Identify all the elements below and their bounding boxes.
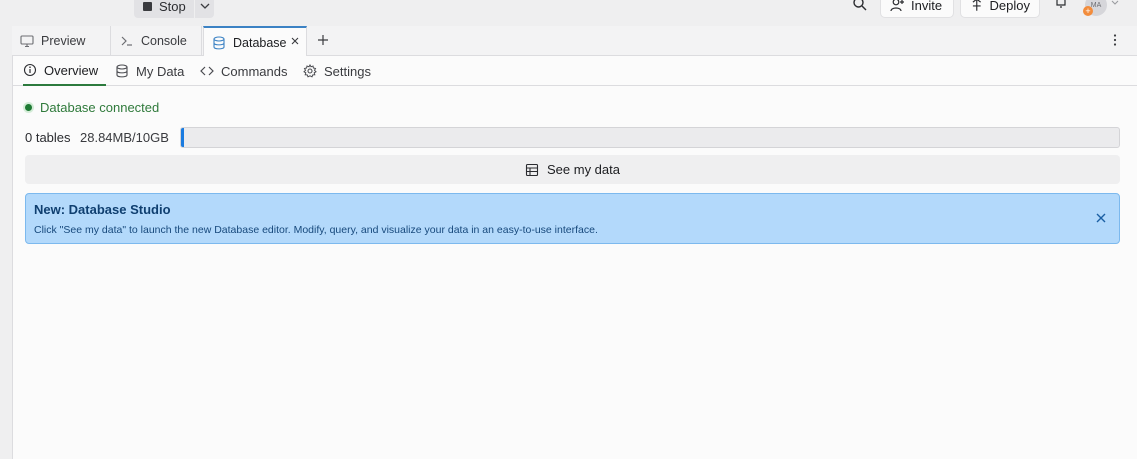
stop-icon	[143, 1, 152, 11]
subtab-overview[interactable]: Overview	[23, 56, 106, 86]
subtab-my-data[interactable]: My Data	[115, 56, 184, 86]
tables-count: 0 tables	[25, 130, 71, 145]
database-studio-banner: New: Database Studio Click "See my data"…	[25, 193, 1120, 244]
avatar-badge: +	[1083, 6, 1093, 16]
connection-status: Database connected	[25, 100, 159, 115]
tab-label: Database	[233, 35, 287, 50]
add-tab-button[interactable]	[315, 32, 331, 48]
info-icon	[23, 63, 37, 77]
add-user-icon	[890, 0, 904, 12]
deploy-icon	[972, 0, 981, 11]
run-options-dropdown[interactable]	[195, 0, 214, 18]
top-header-bar: Stop Invite Deploy MA +	[0, 0, 1137, 26]
database-icon	[116, 64, 128, 78]
storage-progress-fill	[181, 128, 184, 147]
monitor-icon	[20, 35, 34, 48]
subtab-settings[interactable]: Settings	[303, 56, 371, 86]
stop-button[interactable]: Stop	[134, 0, 194, 18]
bell-icon[interactable]	[1054, 0, 1068, 9]
database-panel: Overview My Data Commands Settings Datab…	[12, 56, 1137, 459]
storage-usage: 0 tables 28.84MB/10GB	[25, 126, 1120, 149]
see-my-data-label: See my data	[547, 162, 620, 177]
invite-label: Invite	[911, 0, 943, 13]
close-icon[interactable]	[290, 36, 300, 46]
subtab-label: My Data	[136, 63, 185, 79]
sidebar-edge	[0, 26, 12, 459]
tab-console[interactable]: Console	[112, 26, 202, 56]
storage-progress-bar	[180, 127, 1120, 148]
tab-label: Preview	[41, 34, 86, 48]
avatar-initials: MA	[1090, 1, 1102, 9]
tab-label: Console	[141, 34, 187, 48]
search-icon[interactable]	[852, 0, 868, 12]
chevron-down-icon	[200, 3, 209, 9]
subtab-label: Settings	[324, 63, 371, 79]
table-icon	[525, 163, 539, 176]
database-icon	[213, 35, 225, 49]
close-icon[interactable]	[1095, 212, 1107, 224]
code-icon	[200, 66, 214, 76]
invite-button[interactable]: Invite	[880, 0, 954, 18]
status-dot-icon	[25, 104, 32, 111]
stop-label: Stop	[159, 0, 186, 14]
gear-icon	[303, 64, 317, 78]
deploy-label: Deploy	[989, 0, 1030, 13]
banner-text: Click "See my data" to launch the new Da…	[34, 224, 598, 236]
subtab-commands[interactable]: Commands	[200, 56, 287, 86]
tab-preview[interactable]: Preview	[12, 26, 111, 56]
banner-title: New: Database Studio	[34, 202, 171, 217]
tab-database[interactable]: Database	[203, 26, 307, 57]
see-my-data-button[interactable]: See my data	[25, 155, 1120, 184]
subtab-label: Commands	[221, 63, 288, 79]
storage-used: 28.84MB/10GB	[80, 130, 169, 145]
more-vertical-icon[interactable]	[1108, 33, 1122, 47]
deploy-button[interactable]: Deploy	[960, 0, 1040, 18]
database-subnav: Overview My Data Commands Settings	[13, 56, 1137, 86]
subtab-label: Overview	[44, 62, 99, 78]
tab-bar: Preview Console Database	[12, 26, 1137, 57]
terminal-icon	[121, 36, 132, 46]
chevron-down-icon[interactable]	[1110, 0, 1120, 8]
status-text: Database connected	[40, 100, 160, 115]
plus-icon	[318, 35, 328, 45]
